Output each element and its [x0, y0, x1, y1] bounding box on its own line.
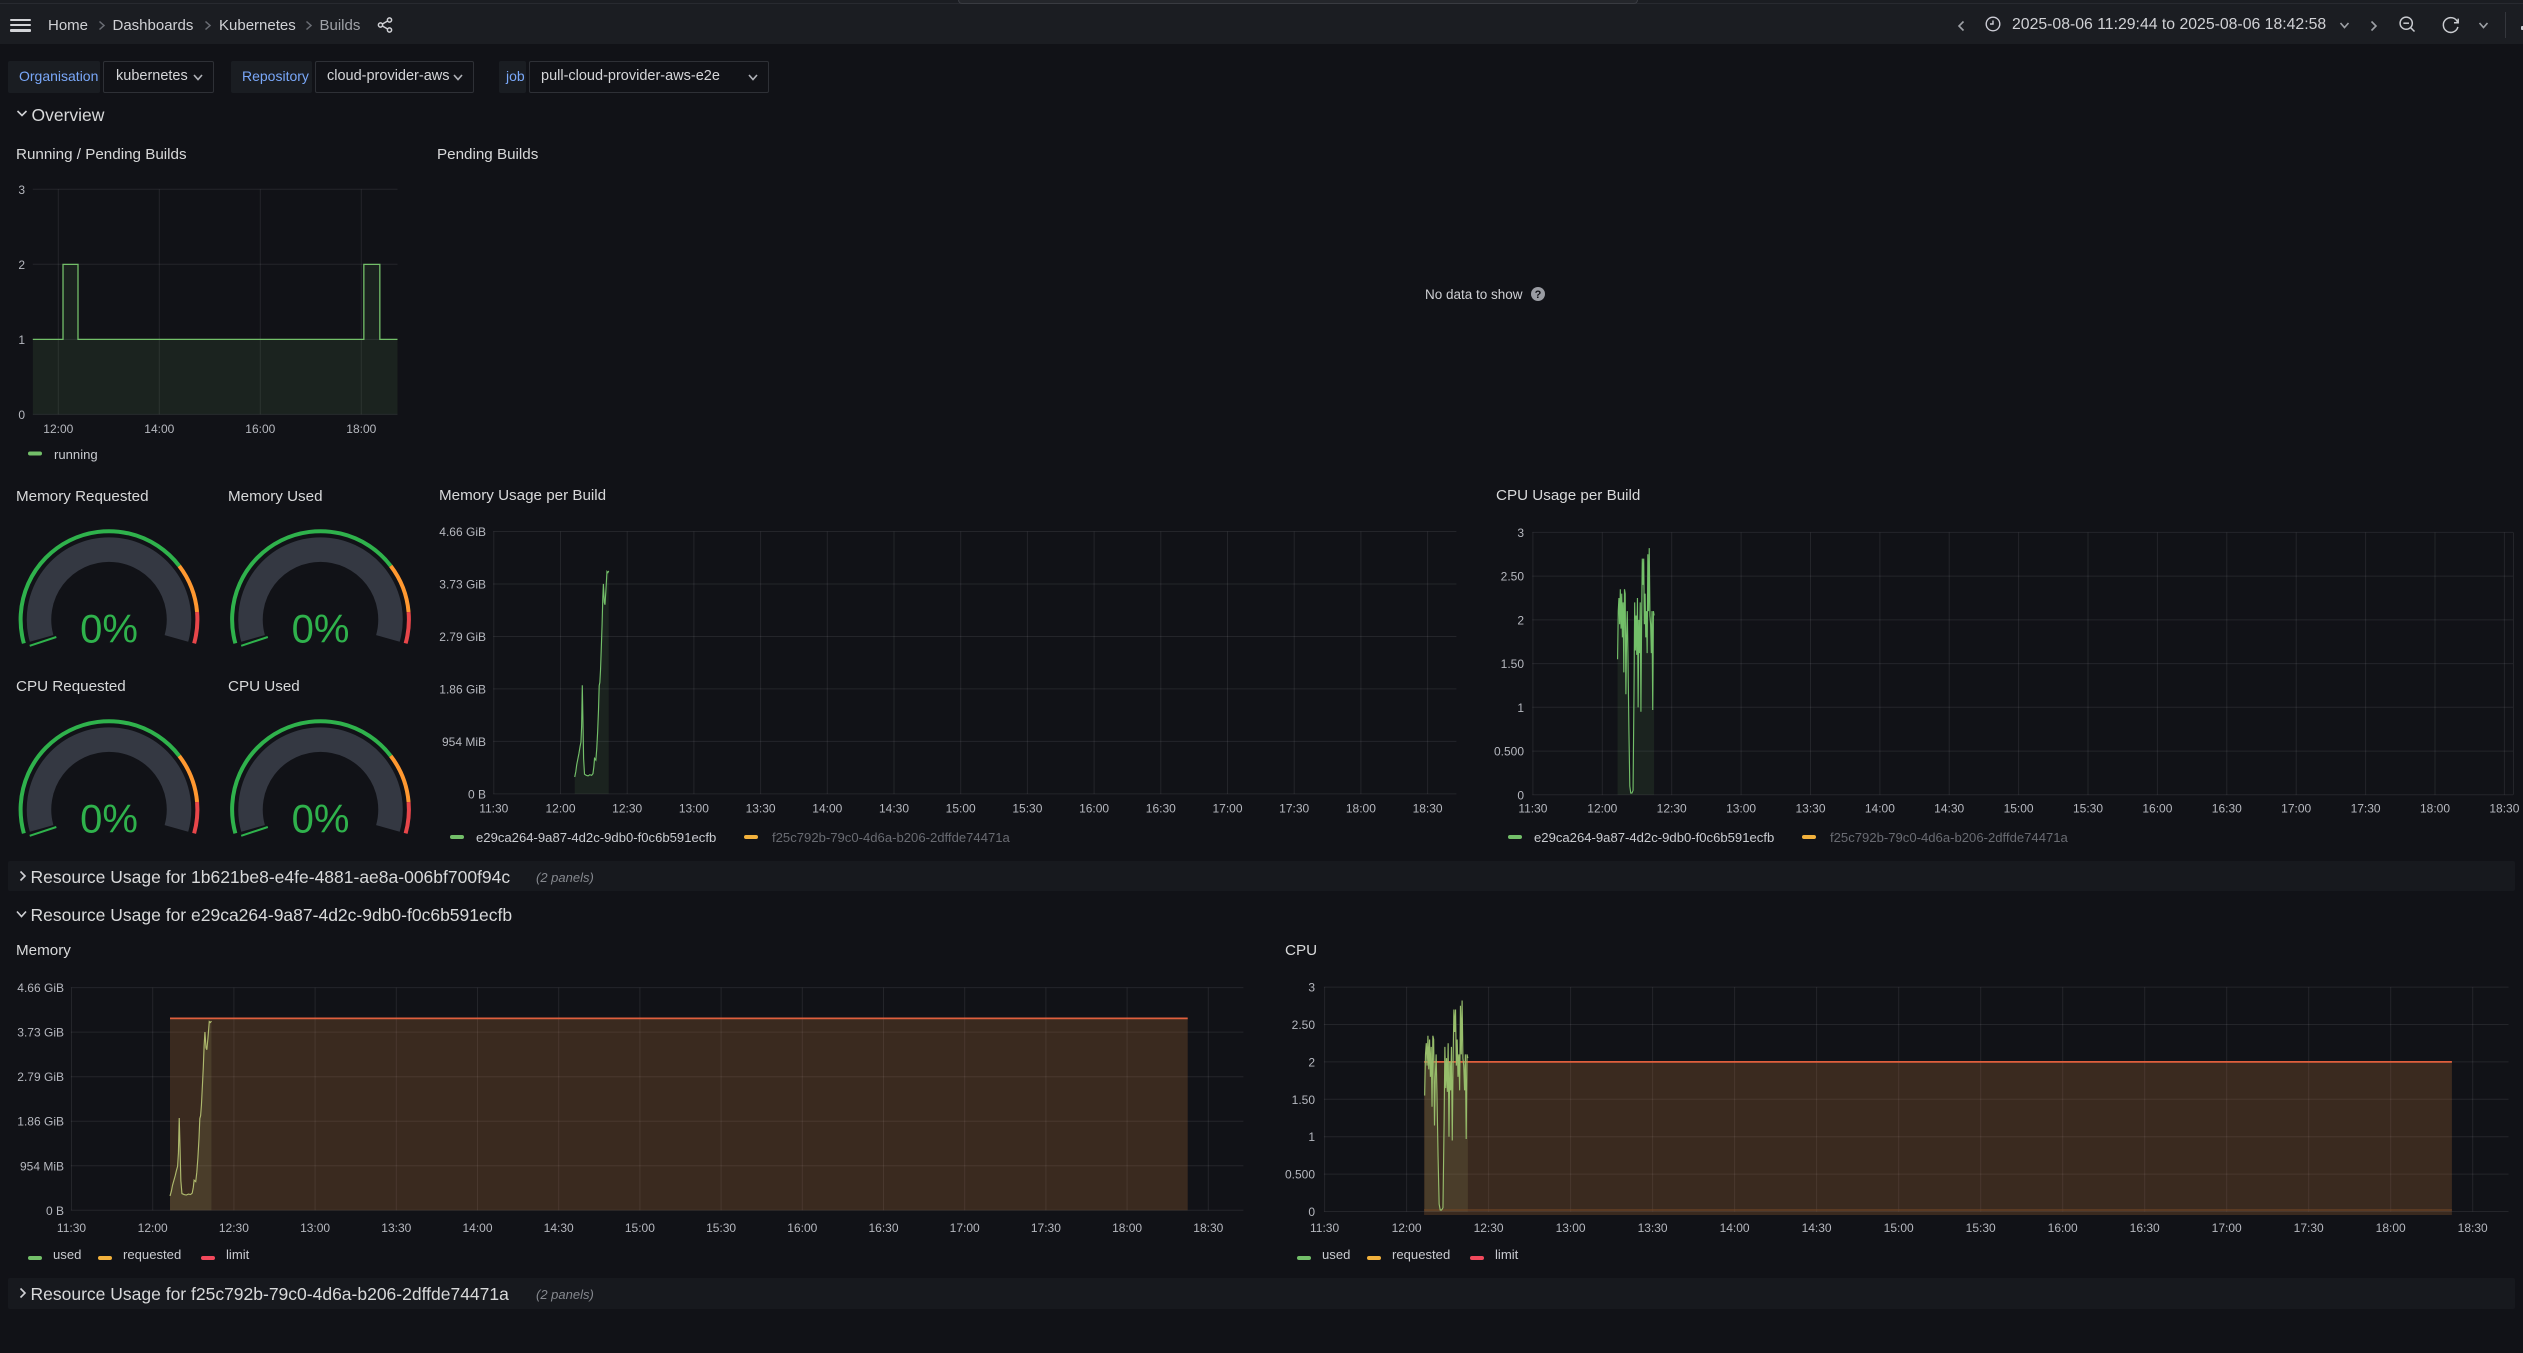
svg-text:12:30: 12:30: [612, 802, 642, 816]
svg-text:13:30: 13:30: [1638, 1221, 1668, 1235]
svg-text:18:30: 18:30: [1413, 802, 1443, 816]
svg-text:0: 0: [1308, 1205, 1315, 1219]
svg-text:13:30: 13:30: [381, 1221, 411, 1235]
svg-text:14:30: 14:30: [544, 1221, 574, 1235]
svg-text:12:00: 12:00: [43, 422, 73, 436]
svg-text:1.86 GiB: 1.86 GiB: [17, 1115, 64, 1129]
svg-text:16:30: 16:30: [1146, 802, 1176, 816]
svg-text:3.73 GiB: 3.73 GiB: [17, 1026, 64, 1040]
svg-text:0 B: 0 B: [46, 1204, 64, 1218]
svg-text:12:00: 12:00: [1587, 802, 1617, 816]
svg-text:954 MiB: 954 MiB: [20, 1159, 64, 1173]
svg-text:15:30: 15:30: [706, 1221, 736, 1235]
svg-text:1.86 GiB: 1.86 GiB: [439, 682, 486, 696]
svg-text:12:00: 12:00: [545, 802, 575, 816]
svg-text:14:30: 14:30: [1934, 802, 1964, 816]
svg-text:18:30: 18:30: [2458, 1221, 2488, 1235]
svg-text:15:30: 15:30: [1012, 802, 1042, 816]
svg-text:18:00: 18:00: [1346, 802, 1376, 816]
svg-text:0 B: 0 B: [468, 787, 486, 801]
svg-text:17:30: 17:30: [1279, 802, 1309, 816]
svg-text:16:00: 16:00: [1079, 802, 1109, 816]
svg-text:17:30: 17:30: [2294, 1221, 2324, 1235]
svg-text:11:30: 11:30: [1518, 802, 1547, 816]
svg-text:3.73 GiB: 3.73 GiB: [439, 578, 486, 592]
svg-text:17:00: 17:00: [1212, 802, 1242, 816]
svg-text:2.50: 2.50: [1292, 1018, 1316, 1032]
svg-text:16:30: 16:30: [868, 1221, 898, 1235]
svg-text:18:30: 18:30: [2489, 802, 2519, 816]
svg-text:2.79 GiB: 2.79 GiB: [17, 1070, 64, 1084]
svg-text:0.500: 0.500: [1285, 1168, 1315, 1182]
svg-text:3: 3: [18, 183, 25, 197]
svg-text:4.66 GiB: 4.66 GiB: [439, 525, 486, 539]
svg-text:12:00: 12:00: [1392, 1221, 1422, 1235]
svg-text:1.50: 1.50: [1501, 657, 1525, 671]
svg-text:15:30: 15:30: [2073, 802, 2103, 816]
svg-text:17:00: 17:00: [2281, 802, 2311, 816]
svg-text:0%: 0%: [80, 608, 138, 652]
svg-text:13:00: 13:00: [1556, 1221, 1586, 1235]
svg-text:11:30: 11:30: [57, 1221, 86, 1235]
svg-text:18:00: 18:00: [346, 422, 376, 436]
svg-text:12:30: 12:30: [1474, 1221, 1504, 1235]
svg-text:0%: 0%: [292, 608, 350, 652]
svg-text:14:00: 14:00: [144, 422, 174, 436]
svg-text:15:00: 15:00: [1884, 1221, 1914, 1235]
svg-text:14:00: 14:00: [1865, 802, 1895, 816]
svg-text:15:00: 15:00: [2004, 802, 2034, 816]
svg-text:0: 0: [18, 408, 25, 422]
svg-text:11:30: 11:30: [1310, 1221, 1339, 1235]
svg-text:2: 2: [1517, 613, 1524, 627]
svg-text:4.66 GiB: 4.66 GiB: [17, 981, 64, 995]
svg-text:16:30: 16:30: [2130, 1221, 2160, 1235]
svg-text:17:30: 17:30: [2351, 802, 2381, 816]
svg-text:14:00: 14:00: [462, 1221, 492, 1235]
svg-text:14:30: 14:30: [1802, 1221, 1832, 1235]
svg-text:15:00: 15:00: [946, 802, 976, 816]
svg-text:11:30: 11:30: [479, 802, 508, 816]
svg-text:?: ?: [1535, 289, 1542, 301]
svg-text:16:30: 16:30: [2212, 802, 2242, 816]
svg-text:2: 2: [18, 258, 25, 272]
svg-text:16:00: 16:00: [2048, 1221, 2078, 1235]
svg-text:15:30: 15:30: [1966, 1221, 1996, 1235]
svg-text:18:00: 18:00: [1112, 1221, 1142, 1235]
svg-text:13:00: 13:00: [679, 802, 709, 816]
svg-text:954 MiB: 954 MiB: [442, 735, 486, 749]
svg-text:0%: 0%: [80, 798, 138, 842]
svg-text:0%: 0%: [292, 798, 350, 842]
svg-text:18:00: 18:00: [2420, 802, 2450, 816]
svg-text:1: 1: [18, 333, 25, 347]
svg-text:13:30: 13:30: [746, 802, 776, 816]
svg-text:2.79 GiB: 2.79 GiB: [439, 630, 486, 644]
svg-text:17:00: 17:00: [2212, 1221, 2242, 1235]
svg-text:16:00: 16:00: [2142, 802, 2172, 816]
svg-text:18:30: 18:30: [1193, 1221, 1223, 1235]
svg-text:13:00: 13:00: [300, 1221, 330, 1235]
svg-text:16:00: 16:00: [245, 422, 275, 436]
svg-text:14:00: 14:00: [1720, 1221, 1750, 1235]
svg-text:3: 3: [1308, 981, 1315, 995]
svg-text:17:30: 17:30: [1031, 1221, 1061, 1235]
svg-text:12:00: 12:00: [138, 1221, 168, 1235]
svg-text:2: 2: [1308, 1055, 1315, 1069]
svg-text:18:00: 18:00: [2376, 1221, 2406, 1235]
svg-text:13:00: 13:00: [1726, 802, 1756, 816]
svg-text:14:00: 14:00: [812, 802, 842, 816]
svg-text:14:30: 14:30: [879, 802, 909, 816]
svg-text:3: 3: [1517, 526, 1524, 540]
svg-text:15:00: 15:00: [625, 1221, 655, 1235]
svg-text:17:00: 17:00: [950, 1221, 980, 1235]
svg-text:13:30: 13:30: [1795, 802, 1825, 816]
svg-text:16:00: 16:00: [787, 1221, 817, 1235]
svg-text:2.50: 2.50: [1501, 570, 1525, 584]
svg-text:1: 1: [1517, 701, 1524, 715]
svg-text:0.500: 0.500: [1494, 745, 1524, 759]
svg-text:0: 0: [1517, 788, 1524, 802]
svg-text:12:30: 12:30: [1657, 802, 1687, 816]
svg-text:1: 1: [1308, 1130, 1315, 1144]
svg-text:12:30: 12:30: [219, 1221, 249, 1235]
svg-text:1.50: 1.50: [1292, 1093, 1316, 1107]
